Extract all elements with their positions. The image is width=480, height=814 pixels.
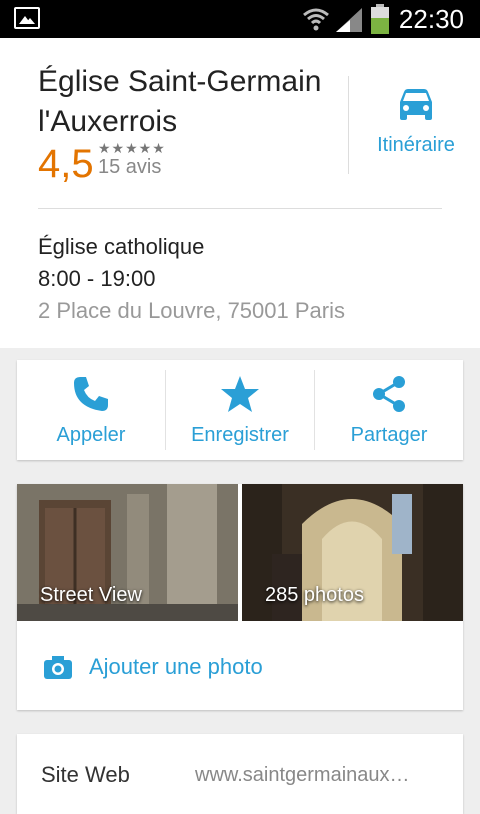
route-label: Itinéraire [377, 134, 455, 156]
route-button[interactable]: Itinéraire [352, 88, 480, 178]
share-label: Partager [350, 424, 428, 446]
website-key: Site Web [41, 762, 130, 787]
save-label: Enregistrer [191, 424, 289, 446]
divider [38, 208, 442, 209]
battery-icon [371, 4, 389, 34]
car-icon [400, 89, 432, 120]
place-address[interactable]: 2 Place du Louvre, 75001 Paris [38, 298, 345, 324]
website-value[interactable]: www.saintgermainaux… [195, 764, 445, 787]
place-title: Église Saint-Germain l'Auxerrois [38, 65, 322, 138]
signal-icon [336, 8, 362, 32]
rating-value: 4,5 [38, 142, 94, 186]
photos-count-label: 285 photos [265, 584, 364, 606]
share-button[interactable]: Partager [315, 360, 463, 460]
website-card[interactable]: Site Web www.saintgermainaux… [17, 734, 463, 814]
photos-card: Street View 285 photos Ajouter une photo [17, 484, 463, 710]
clock: 22:30 [398, 4, 464, 34]
street-view-thumbnail[interactable]: Street View [17, 484, 238, 621]
phone-icon [74, 377, 108, 411]
actions-card: Appeler Enregistrer Partager [17, 360, 463, 460]
add-photo-label: Ajouter une photo [89, 654, 263, 679]
gallery-icon [14, 7, 40, 29]
save-button[interactable]: Enregistrer [166, 360, 314, 460]
wifi-icon [303, 8, 329, 31]
opening-hours: 8:00 - 19:00 [38, 266, 156, 291]
place-header: Église Saint-Germain l'Auxerrois 4,5 ★★★… [0, 38, 480, 348]
photos-thumbnail[interactable]: 285 photos [242, 484, 463, 621]
camera-icon [44, 656, 72, 679]
street-view-label: Street View [40, 584, 142, 606]
rating-stars: ★★★★★ [98, 140, 166, 156]
call-label: Appeler [56, 424, 126, 446]
share-icon [373, 376, 405, 412]
call-button[interactable]: Appeler [17, 360, 165, 460]
place-category: Église catholique [38, 234, 205, 259]
divider [348, 76, 349, 174]
star-icon [221, 376, 259, 412]
add-photo-button[interactable]: Ajouter une photo [43, 650, 443, 690]
reviews-count[interactable]: 15 avis [98, 156, 161, 179]
status-bar: 22:30 [0, 0, 480, 38]
